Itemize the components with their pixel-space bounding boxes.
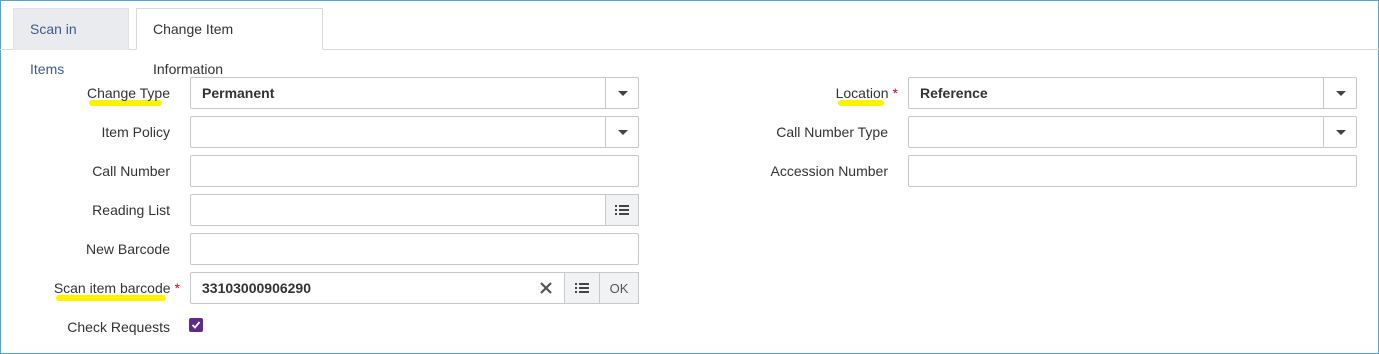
caret-down-icon	[1335, 129, 1346, 135]
reading-list-input[interactable]	[190, 194, 639, 226]
required-mark: *	[174, 280, 180, 296]
change-type-dropdown-button[interactable]	[605, 77, 639, 109]
item-policy-select[interactable]	[190, 116, 639, 148]
call-number-type-dropdown-button[interactable]	[1323, 116, 1357, 148]
change-type-select[interactable]: Permanent	[190, 77, 639, 109]
checkmark-icon	[191, 321, 201, 329]
required-mark: *	[892, 85, 898, 101]
change-type-label: Change Type	[86, 85, 170, 101]
check-requests-label: Check Requests	[67, 319, 170, 335]
location-label: Location *	[836, 83, 898, 103]
call-number-label: Call Number	[92, 163, 170, 179]
call-number-type-select[interactable]	[908, 116, 1357, 148]
scan-item-barcode-value: 33103000906290	[202, 280, 312, 296]
call-number-type-label: Call Number Type	[776, 124, 888, 140]
accession-number-label: Accession Number	[770, 163, 889, 179]
scan-item-barcode-label: Scan item barcode *	[54, 278, 180, 298]
caret-down-icon	[1335, 90, 1346, 96]
location-dropdown-button[interactable]	[1323, 77, 1357, 109]
ok-label: OK	[609, 280, 629, 296]
item-policy-label: Item Policy	[101, 124, 170, 140]
reading-list-picker-button[interactable]	[605, 194, 639, 226]
tab-scan-in-items[interactable]: Scan in Items	[13, 8, 129, 77]
reading-list-label: Reading List	[92, 202, 170, 218]
clear-x-icon	[540, 282, 552, 294]
scan-item-barcode-label-text: Scan item barcode	[53, 280, 171, 296]
list-icon	[575, 283, 589, 293]
scan-item-barcode-input[interactable]: 33103000906290 OK	[190, 272, 639, 304]
list-icon	[615, 205, 629, 215]
barcode-ok-button[interactable]: OK	[599, 272, 639, 304]
tab-change-item-information[interactable]: Change Item Information	[136, 8, 323, 77]
change-type-value: Permanent	[202, 85, 275, 101]
location-select[interactable]: Reference	[908, 77, 1357, 109]
caret-down-icon	[617, 129, 628, 135]
location-label-text: Location	[835, 85, 889, 101]
item-policy-dropdown-button[interactable]	[605, 116, 639, 148]
accession-number-input[interactable]	[908, 155, 1357, 187]
clear-barcode-button[interactable]	[527, 272, 565, 304]
caret-down-icon	[617, 90, 628, 96]
call-number-input[interactable]	[190, 155, 639, 187]
check-requests-checkbox[interactable]	[189, 318, 203, 332]
location-value: Reference	[920, 85, 988, 101]
barcode-list-button[interactable]	[564, 272, 600, 304]
new-barcode-label: New Barcode	[85, 241, 170, 257]
tab-bar: Scan in Items Change Item Information	[0, 0, 1379, 77]
new-barcode-input[interactable]	[190, 233, 639, 265]
